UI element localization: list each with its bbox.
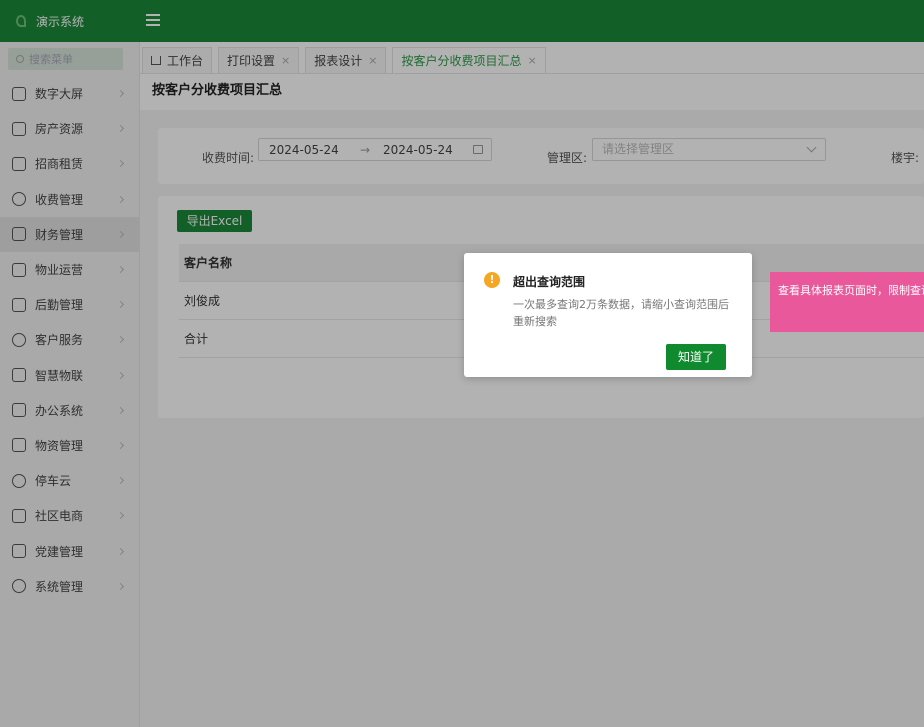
acknowledge-button[interactable]: 知道了 xyxy=(666,344,726,370)
dialog-title: 超出查询范围 xyxy=(513,275,586,289)
warning-icon: ! xyxy=(484,272,500,288)
dialog-message: 一次最多查询2万条数据，请缩小查询范围后重新搜索 xyxy=(513,298,729,328)
notification-toast: 查看具体报表页面时，限制查询 xyxy=(770,272,924,332)
modal-overlay[interactable] xyxy=(0,0,924,727)
alert-dialog: ! 超出查询范围 一次最多查询2万条数据，请缩小查询范围后重新搜索 知道了 xyxy=(464,253,752,377)
